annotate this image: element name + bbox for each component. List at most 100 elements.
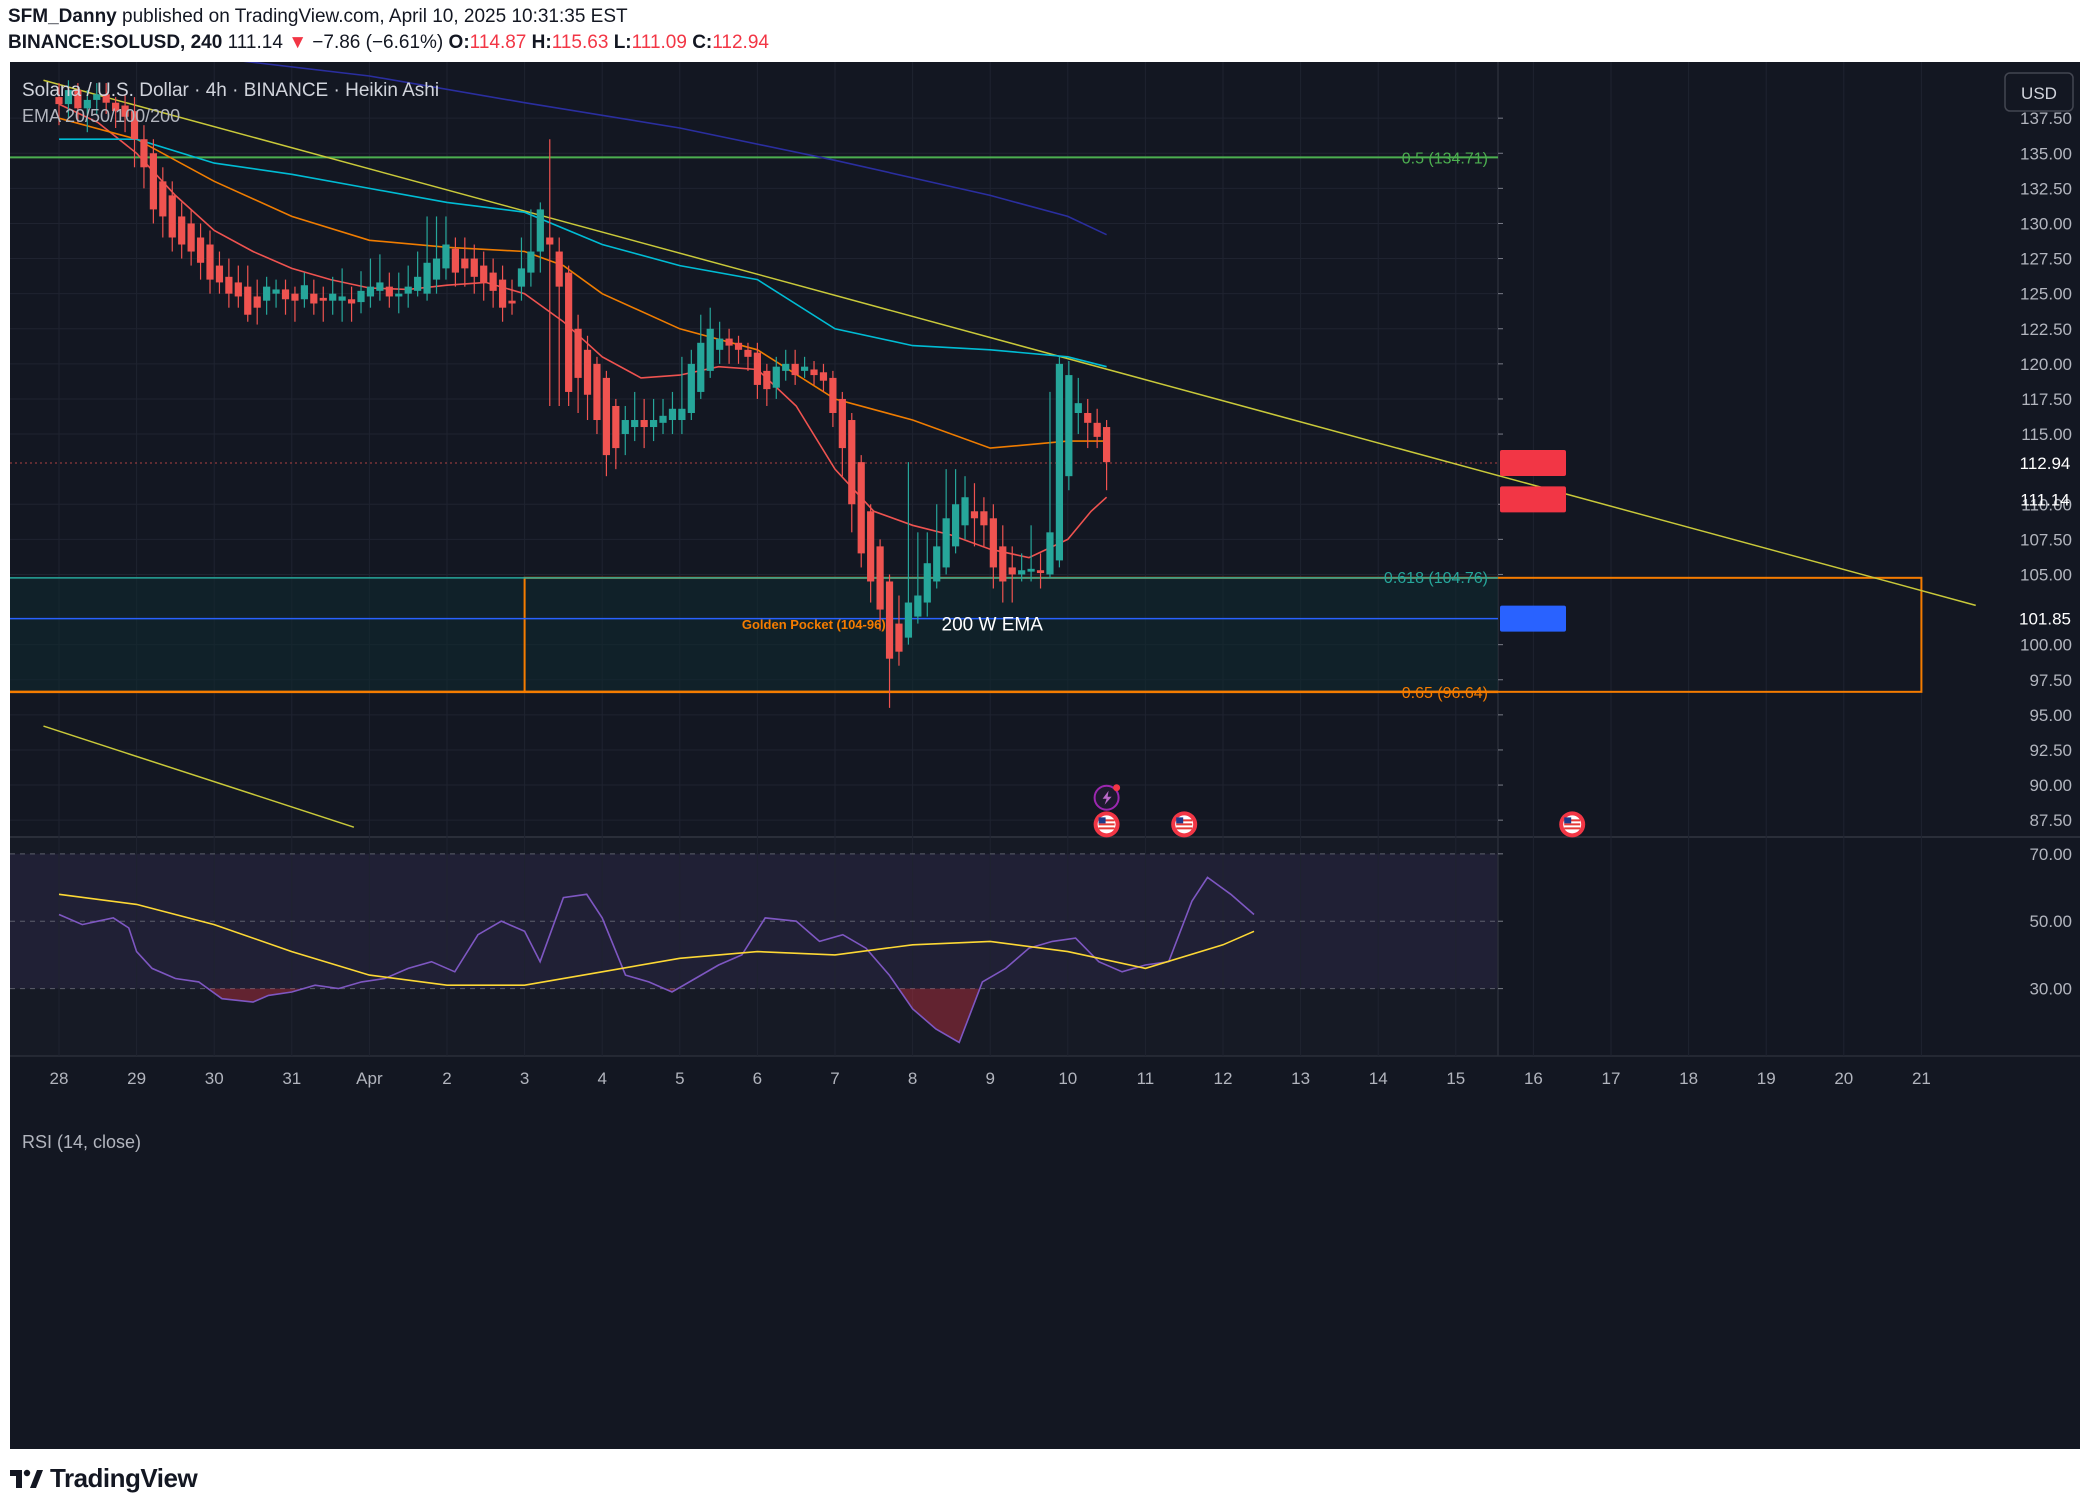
candle-body[interactable] xyxy=(583,349,592,395)
candle-body[interactable] xyxy=(1055,363,1064,561)
candle-body[interactable] xyxy=(942,518,950,568)
candle-body[interactable] xyxy=(281,289,290,300)
candle-body[interactable] xyxy=(414,276,422,291)
candle-body[interactable] xyxy=(857,462,865,554)
candle-body[interactable] xyxy=(263,286,271,301)
candle-body[interactable] xyxy=(555,251,563,287)
candle-body[interactable] xyxy=(451,248,459,273)
candle-body[interactable] xyxy=(923,563,931,603)
candle-body[interactable] xyxy=(244,286,252,315)
candle-body[interactable] xyxy=(168,195,176,238)
candle-body[interactable] xyxy=(933,546,941,582)
candle-body[interactable] xyxy=(593,363,601,421)
candle-body[interactable] xyxy=(215,265,224,283)
candle-body[interactable] xyxy=(347,299,356,304)
candle-body[interactable] xyxy=(498,279,507,308)
candle-body[interactable] xyxy=(876,546,884,610)
candle-body[interactable] xyxy=(423,262,431,294)
candle-body[interactable] xyxy=(640,420,648,428)
candle-body[interactable] xyxy=(716,338,724,350)
candle-body[interactable] xyxy=(602,377,610,456)
candle-body[interactable] xyxy=(763,370,771,390)
candle-body[interactable] xyxy=(546,237,554,245)
candle-body[interactable] xyxy=(744,349,752,357)
candle-body[interactable] xyxy=(1065,375,1073,477)
candle-body[interactable] xyxy=(395,293,403,297)
candle-body[interactable] xyxy=(329,293,337,301)
candle-body[interactable] xyxy=(668,408,677,421)
candle-body[interactable] xyxy=(621,420,629,435)
currency-button-label[interactable]: USD xyxy=(2021,84,2057,103)
candle-body[interactable] xyxy=(829,377,837,413)
candle-body[interactable] xyxy=(376,282,384,291)
candle-body[interactable] xyxy=(649,420,658,428)
candle-body[interactable] xyxy=(895,623,903,652)
candle-body[interactable] xyxy=(234,282,242,297)
candle-body[interactable] xyxy=(904,602,913,638)
candle-body[interactable] xyxy=(489,272,497,291)
candle-body[interactable] xyxy=(527,251,535,273)
candle-body[interactable] xyxy=(1074,403,1082,413)
candle-body[interactable] xyxy=(1027,568,1035,572)
candle-body[interactable] xyxy=(338,296,346,301)
candle-body[interactable] xyxy=(253,296,261,308)
candle-body[interactable] xyxy=(1084,412,1092,423)
candle-body[interactable] xyxy=(385,286,393,297)
candle-body[interactable] xyxy=(999,546,1007,582)
candle-body[interactable] xyxy=(357,290,365,303)
candle-body[interactable] xyxy=(612,405,620,449)
candle-body[interactable] xyxy=(706,328,714,371)
author-name[interactable]: SFM_Danny xyxy=(8,6,117,27)
candle-body[interactable] xyxy=(508,300,516,304)
candle-body[interactable] xyxy=(196,237,205,263)
candle-body[interactable] xyxy=(1008,567,1016,575)
candle-body[interactable] xyxy=(961,497,969,526)
candle-body[interactable] xyxy=(404,286,412,294)
candle-body[interactable] xyxy=(687,363,695,413)
candle-body[interactable] xyxy=(366,286,375,297)
candle-body[interactable] xyxy=(461,258,469,269)
candle-body[interactable] xyxy=(536,209,544,252)
candle-body[interactable] xyxy=(442,244,450,269)
candle-body[interactable] xyxy=(989,518,997,568)
candle-body[interactable] xyxy=(1093,422,1101,437)
candle-body[interactable] xyxy=(867,511,875,582)
candle-body[interactable] xyxy=(140,139,148,168)
candle-body[interactable] xyxy=(187,223,195,252)
candle-body[interactable] xyxy=(319,297,327,301)
candle-body[interactable] xyxy=(631,420,639,428)
candle-body[interactable] xyxy=(206,244,214,280)
candle-body[interactable] xyxy=(225,276,233,294)
candle-body[interactable] xyxy=(951,504,960,547)
candle-body[interactable] xyxy=(310,293,318,304)
candle-body[interactable] xyxy=(980,511,988,526)
ema-legend[interactable]: EMA 20/50/100/200 xyxy=(22,106,180,126)
chart-canvas[interactable]: 0.5 (134.71) 0.618 (104.76) 0.65 (96.64) Go… xyxy=(10,62,2080,1449)
candle-body[interactable] xyxy=(697,342,705,392)
candle-body[interactable] xyxy=(885,581,894,659)
candle-body[interactable] xyxy=(848,420,856,505)
candle-body[interactable] xyxy=(272,289,280,294)
candle-body[interactable] xyxy=(970,511,979,519)
chart-area[interactable]: 0.5 (134.71) 0.618 (104.76) 0.65 (96.64) Go… xyxy=(10,62,2080,1449)
candle-body[interactable] xyxy=(838,398,846,449)
candle-body[interactable] xyxy=(1018,570,1026,575)
candle-body[interactable] xyxy=(149,153,157,210)
rsi-legend[interactable]: RSI (14, close) xyxy=(22,1132,141,1152)
candle-body[interactable] xyxy=(819,372,828,381)
candle-body[interactable] xyxy=(753,352,761,385)
candle-body[interactable] xyxy=(470,258,478,277)
candle-body[interactable] xyxy=(914,595,922,617)
candle-body[interactable] xyxy=(178,216,186,245)
candle-body[interactable] xyxy=(772,366,780,388)
candle-body[interactable] xyxy=(734,342,743,350)
footer-logo[interactable]: TradingView xyxy=(8,1458,198,1498)
candle-body[interactable] xyxy=(480,265,488,283)
candle-body[interactable] xyxy=(1103,427,1111,463)
candle-body[interactable] xyxy=(1036,570,1045,574)
candle-body[interactable] xyxy=(1046,532,1054,575)
candle-body[interactable] xyxy=(574,328,582,378)
candle-body[interactable] xyxy=(300,285,308,300)
candle-body[interactable] xyxy=(810,369,818,376)
candle-body[interactable] xyxy=(659,415,667,423)
